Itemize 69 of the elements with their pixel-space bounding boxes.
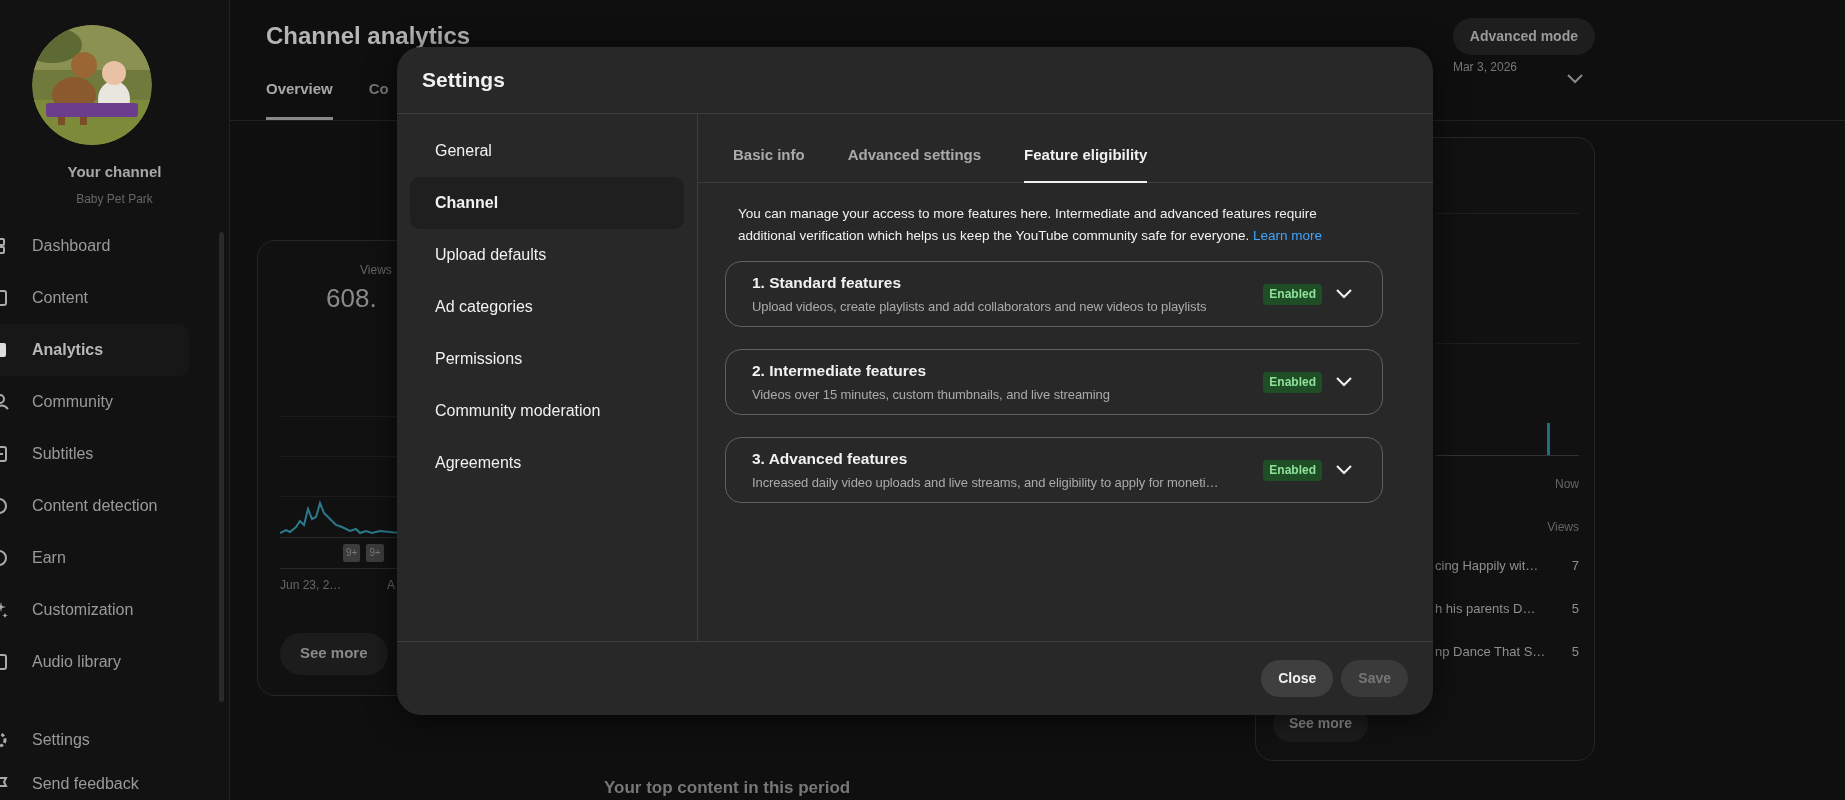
count-badge: 9+	[343, 543, 361, 562]
video-title: np Dance That S…	[1435, 642, 1546, 661]
chevron-down-icon	[1567, 73, 1583, 84]
channel-name: Baby Pet Park	[75, 190, 154, 208]
nav-item[interactable]: Subtitles	[0, 427, 189, 480]
settings-nav-item[interactable]: Agreements	[410, 437, 684, 489]
settings-nav-item[interactable]: Permissions	[410, 333, 684, 385]
feature-card[interactable]: 2. Intermediate features Videos over 15 minutes, custom thumbnails, and live streaming Enabled	[725, 349, 1383, 415]
settings-nav-item[interactable]: Channel	[410, 177, 684, 229]
status-badge: Enabled	[1263, 371, 1322, 393]
axis-label: Jun 23, 2…	[280, 576, 342, 594]
tab[interactable]: Basic info	[733, 114, 805, 183]
dialog-title: Settings	[422, 67, 505, 94]
see-more-button[interactable]: See more	[280, 632, 388, 675]
tab[interactable]: Co	[368, 61, 389, 120]
feature-description: Videos over 15 minutes, custom thumbnails, and live streaming	[752, 386, 1111, 405]
list-icon	[0, 445, 10, 462]
video-title: cing Happily wit…	[1435, 556, 1539, 575]
view-count: 5	[1571, 599, 1579, 618]
count-badge: 9+	[366, 543, 384, 562]
nav-item[interactable]: Customization	[0, 583, 189, 636]
nav-item[interactable]: Send feedback	[0, 761, 229, 800]
nav-item[interactable]: Earn	[0, 531, 189, 584]
axis-label: A	[387, 576, 395, 594]
nav-item[interactable]: Settings	[0, 717, 229, 762]
learn-more-link[interactable]: Learn more	[1253, 228, 1323, 243]
page-title: Channel analytics	[266, 21, 471, 51]
feature-title: 3. Advanced features	[752, 449, 909, 470]
settings-nav-item[interactable]: Upload defaults	[410, 229, 684, 281]
nav-item[interactable]: Content	[0, 271, 189, 324]
tab[interactable]: Overview	[266, 61, 333, 120]
feature-description: Upload videos, create playlists and add collaborators and new videos to playlists	[752, 298, 1208, 317]
metric-value: 608.	[326, 281, 377, 315]
feature-card[interactable]: 3. Advanced features Increased daily video uploads and live streams, and eligibility to apply for moneti… Enabled	[725, 437, 1383, 503]
status-badge: Enabled	[1263, 459, 1322, 481]
feature-title: 2. Intermediate features	[752, 361, 927, 382]
column-header: Views	[1547, 518, 1579, 536]
channel-label: Your channel	[66, 162, 163, 182]
nav-item[interactable]: Content detection	[0, 479, 189, 532]
date-range: Mar 3, 2026	[1452, 58, 1517, 76]
settings-nav-item[interactable]: General	[410, 125, 684, 177]
axis-label: Now	[1555, 475, 1579, 493]
scrollbar[interactable]	[219, 232, 224, 702]
view-count: 5	[1571, 642, 1579, 661]
chevron-down-icon[interactable]	[1336, 289, 1352, 299]
feature-title: 1. Standard features	[752, 273, 903, 294]
section-heading: Your top content in this period	[604, 776, 852, 799]
status-badge: Enabled	[1263, 283, 1322, 305]
settings-nav-item[interactable]: Ad categories	[410, 281, 684, 333]
chevron-down-icon[interactable]	[1336, 465, 1352, 475]
tab[interactable]: Advanced settings	[847, 114, 982, 183]
intro-text: You can manage your access to more features here. Intermediate and advanced features require additional verification which helps us keep the YouTube community safe for everyone. Learn more	[737, 205, 1324, 245]
feature-description: Increased daily video uploads and live streams, and eligibility to apply for moneti…	[752, 474, 1220, 493]
metric-label: Views	[360, 261, 392, 279]
chevron-down-icon[interactable]	[1336, 377, 1352, 387]
nav-item[interactable]: Audio library	[0, 635, 189, 688]
nav-item[interactable]: Dashboard	[0, 219, 189, 272]
sparkle-icon	[0, 601, 10, 618]
dialog-button[interactable]: Close	[1261, 660, 1334, 697]
video-title: h his parents D…	[1435, 599, 1536, 618]
chart-bar	[1547, 422, 1550, 455]
tab[interactable]: Feature eligibility	[1024, 114, 1148, 183]
view-count: 7	[1571, 556, 1579, 575]
nav-item[interactable]: Community	[0, 375, 189, 428]
feature-card[interactable]: 1. Standard features Upload videos, create playlists and add collaborators and new videos to playlists Enabled	[725, 261, 1383, 327]
nav-item[interactable]: Analytics	[0, 323, 189, 376]
advanced-mode-button[interactable]: Advanced mode	[1452, 18, 1595, 55]
person-icon	[0, 393, 10, 410]
settings-nav-item[interactable]: Community moderation	[410, 385, 684, 437]
